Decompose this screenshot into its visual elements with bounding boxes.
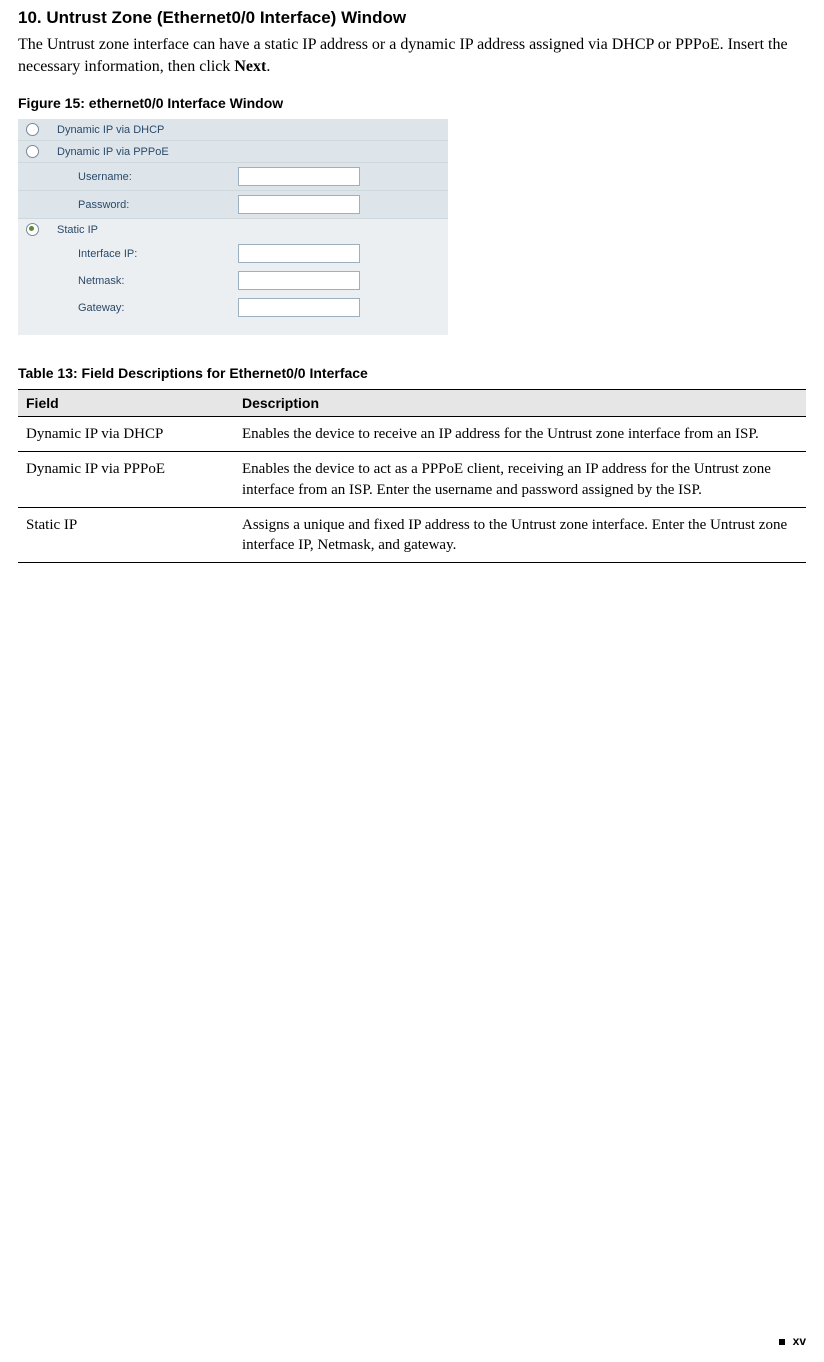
- table-cell-desc: Assigns a unique and fixed IP address to…: [234, 507, 806, 563]
- static-gateway-row: Gateway:: [18, 294, 448, 335]
- option-pppoe-label: Dynamic IP via PPPoE: [57, 146, 169, 158]
- interface-ip-label: Interface IP:: [78, 248, 238, 260]
- option-dhcp-label: Dynamic IP via DHCP: [57, 124, 164, 136]
- table-cell-field: Dynamic IP via DHCP: [18, 417, 234, 452]
- gateway-label: Gateway:: [78, 302, 238, 314]
- intro-text-pre: The Untrust zone interface can have a st…: [18, 36, 788, 75]
- section-heading: 10. Untrust Zone (Ethernet0/0 Interface)…: [18, 8, 806, 28]
- radio-pppoe[interactable]: [26, 145, 39, 158]
- radio-static[interactable]: [26, 223, 39, 236]
- intro-paragraph: The Untrust zone interface can have a st…: [18, 34, 806, 77]
- username-label: Username:: [78, 171, 238, 183]
- table-cell-field: Dynamic IP via PPPoE: [18, 452, 234, 508]
- field-description-table: Field Description Dynamic IP via DHCP En…: [18, 389, 806, 563]
- netmask-input[interactable]: [238, 271, 360, 290]
- figure-caption: Figure 15: ethernet0/0 Interface Window: [18, 95, 806, 111]
- table-row: Dynamic IP via DHCP Enables the device t…: [18, 417, 806, 452]
- table-header-field: Field: [18, 390, 234, 417]
- option-static-label: Static IP: [57, 224, 98, 236]
- password-label: Password:: [78, 199, 238, 211]
- password-input[interactable]: [238, 195, 360, 214]
- table-row: Static IP Assigns a unique and fixed IP …: [18, 507, 806, 563]
- username-input[interactable]: [238, 167, 360, 186]
- table-caption: Table 13: Field Descriptions for Etherne…: [18, 365, 806, 381]
- page-number: xv: [793, 1334, 806, 1348]
- pppoe-username-row: Username:: [18, 163, 448, 191]
- pppoe-password-row: Password:: [18, 191, 448, 219]
- page-footer: xv: [779, 1334, 806, 1348]
- footer-bullet-icon: [779, 1339, 785, 1345]
- option-pppoe-row[interactable]: Dynamic IP via PPPoE: [18, 141, 448, 163]
- table-cell-field: Static IP: [18, 507, 234, 563]
- static-interfaceip-row: Interface IP:: [18, 240, 448, 267]
- option-static-row[interactable]: Static IP: [18, 219, 448, 240]
- table-header-row: Field Description: [18, 390, 806, 417]
- interface-window-panel: Dynamic IP via DHCP Dynamic IP via PPPoE…: [18, 119, 448, 335]
- table-cell-desc: Enables the device to receive an IP addr…: [234, 417, 806, 452]
- intro-text-post: .: [266, 58, 270, 75]
- table-header-desc: Description: [234, 390, 806, 417]
- option-dhcp-row[interactable]: Dynamic IP via DHCP: [18, 119, 448, 141]
- netmask-label: Netmask:: [78, 275, 238, 287]
- table-cell-desc: Enables the device to act as a PPPoE cli…: [234, 452, 806, 508]
- static-netmask-row: Netmask:: [18, 267, 448, 294]
- radio-dhcp[interactable]: [26, 123, 39, 136]
- intro-text-bold: Next: [234, 58, 266, 75]
- interface-ip-input[interactable]: [238, 244, 360, 263]
- table-row: Dynamic IP via PPPoE Enables the device …: [18, 452, 806, 508]
- gateway-input[interactable]: [238, 298, 360, 317]
